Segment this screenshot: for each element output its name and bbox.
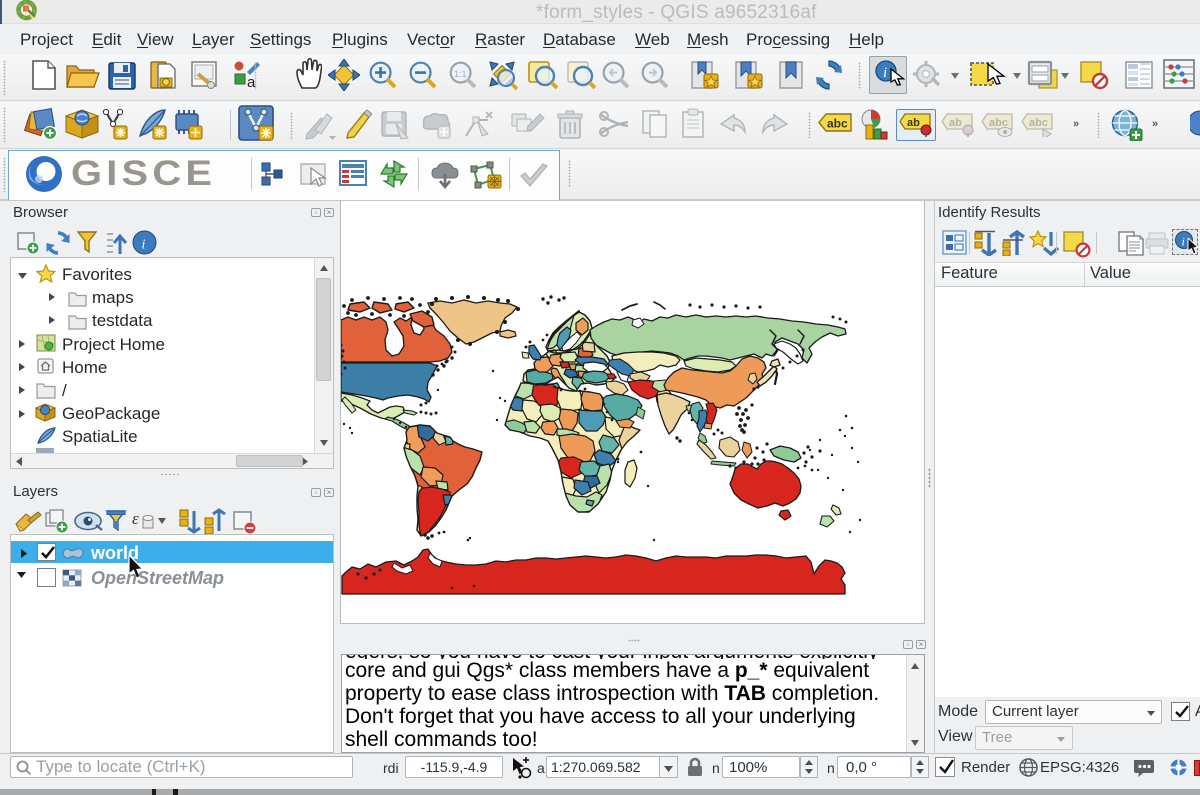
svg-text:abc: abc <box>1029 117 1048 129</box>
svg-text:i: i <box>883 65 887 81</box>
svg-text:ab: ab <box>907 117 920 129</box>
svg-text:i: i <box>142 238 146 253</box>
svg-text:abc: abc <box>827 117 848 131</box>
svg-text:i: i <box>1182 235 1185 249</box>
svg-text:ab: ab <box>949 117 962 129</box>
svg-text:ε: ε <box>132 509 139 528</box>
svg-text:1:1: 1:1 <box>454 69 467 79</box>
